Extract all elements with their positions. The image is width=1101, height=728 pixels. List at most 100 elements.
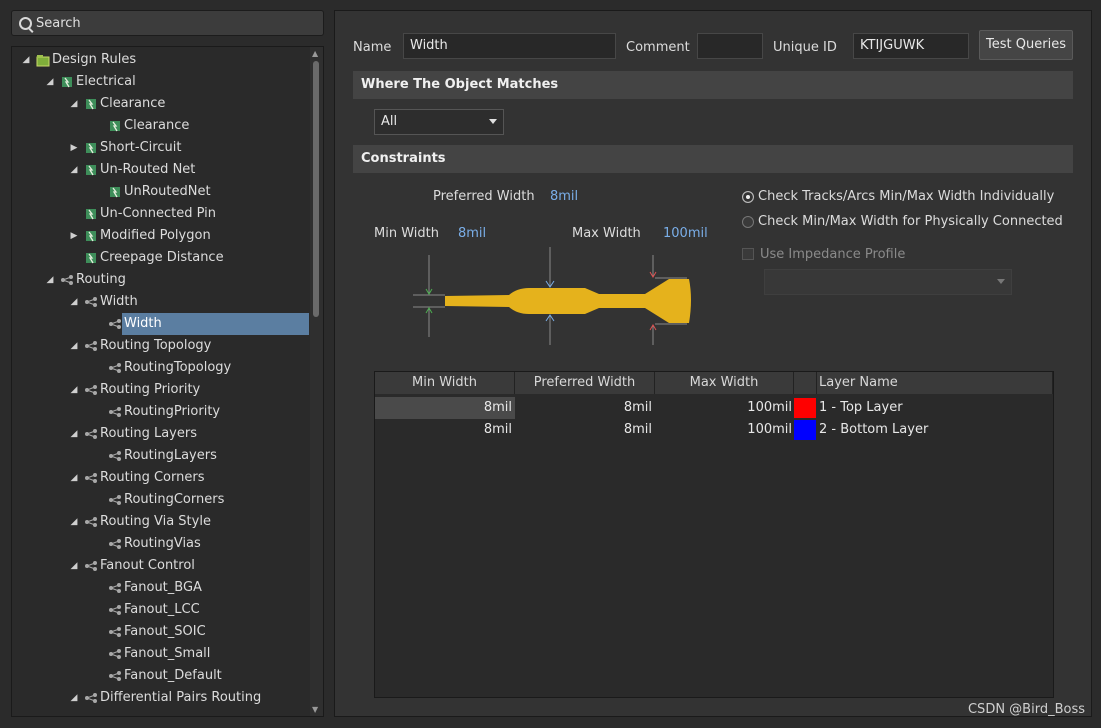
tree-item[interactable]: ◢ Routing Via Style	[12, 511, 309, 533]
tree-item[interactable]: RoutingTopology	[12, 357, 309, 379]
radio-check-connected[interactable]	[742, 216, 754, 228]
routing-rule-icon	[84, 691, 98, 705]
search-box[interactable]	[11, 10, 324, 36]
use-impedance-label: Use Impedance Profile	[760, 247, 906, 262]
electrical-rule-icon	[84, 229, 98, 243]
comment-field[interactable]	[697, 33, 763, 59]
tree-item-label: Routing Layers	[100, 426, 197, 441]
tree-item[interactable]: ▶ Short-Circuit	[12, 137, 309, 159]
scrollbar-thumb[interactable]	[313, 61, 319, 317]
routing-rule-icon	[84, 383, 98, 397]
tree-item[interactable]: ◢ Routing Corners	[12, 467, 309, 489]
test-queries-button[interactable]: Test Queries	[979, 30, 1073, 60]
name-field[interactable]: Width	[403, 33, 616, 59]
row1-layer[interactable]: 1 - Top Layer	[819, 397, 1049, 419]
tree-item[interactable]: ◢ Routing Priority	[12, 379, 309, 401]
tree-item[interactable]: ◢ Fanout Control	[12, 555, 309, 577]
comment-label: Comment	[626, 40, 690, 55]
collapse-arrow-icon[interactable]: ◢	[68, 379, 80, 401]
expand-arrow-icon[interactable]: ▶	[68, 225, 80, 247]
tree-item[interactable]: ◢ Routing Topology	[12, 335, 309, 357]
tree-item[interactable]: RoutingCorners	[12, 489, 309, 511]
tree-item[interactable]: RoutingPriority	[12, 401, 309, 423]
impedance-profile-select[interactable]	[764, 269, 1012, 295]
tree-item-label: Fanout_Small	[124, 646, 211, 661]
collapse-arrow-icon[interactable]: ◢	[68, 335, 80, 357]
tree-scrollbar[interactable]: ▲ ▼	[310, 47, 323, 716]
collapse-arrow-icon[interactable]: ◢	[44, 71, 56, 93]
tree-item[interactable]: Fanout_Small	[12, 643, 309, 665]
tree-item-label: Routing	[76, 272, 126, 287]
tree-item[interactable]: Creepage Distance	[12, 247, 309, 269]
radio-check-individually[interactable]	[742, 191, 754, 203]
tree-item[interactable]: Un-Connected Pin	[12, 203, 309, 225]
collapse-arrow-icon[interactable]: ◢	[68, 423, 80, 445]
tree-item[interactable]: Fanout_Default	[12, 665, 309, 687]
row1-pref[interactable]: 8mil	[515, 397, 655, 419]
use-impedance-checkbox[interactable]	[742, 248, 754, 260]
routing-rule-icon	[108, 647, 122, 661]
scroll-up-arrow-icon[interactable]: ▲	[312, 49, 318, 58]
max-width-value[interactable]: 100mil	[663, 226, 708, 241]
tree-item[interactable]: RoutingLayers	[12, 445, 309, 467]
where-match-select[interactable]: All	[374, 109, 504, 135]
row1-min[interactable]: 8mil	[375, 397, 515, 419]
col-layer-color[interactable]	[794, 372, 817, 394]
routing-rule-icon	[84, 515, 98, 529]
tree-item-label: Width	[122, 313, 309, 335]
radio-check-connected-label[interactable]: Check Min/Max Width for Physically Conne…	[758, 214, 1063, 229]
col-max-width[interactable]: Max Width	[655, 372, 794, 394]
row2-pref[interactable]: 8mil	[515, 419, 655, 441]
min-width-label: Min Width	[374, 226, 439, 241]
tree-item[interactable]: ◢ Clearance	[12, 93, 309, 115]
tree-item[interactable]: Clearance	[12, 115, 309, 137]
collapse-arrow-icon[interactable]: ◢	[20, 49, 32, 71]
tree-item[interactable]: Width	[12, 313, 309, 335]
collapse-arrow-icon[interactable]: ◢	[68, 159, 80, 181]
col-layer-name[interactable]: Layer Name	[817, 372, 1053, 394]
tree-item[interactable]: Fanout_BGA	[12, 577, 309, 599]
tree-item[interactable]: UnRoutedNet	[12, 181, 309, 203]
preferred-width-value[interactable]: 8mil	[550, 189, 578, 204]
tree-item[interactable]: ◢ Design Rules	[12, 49, 309, 71]
unique-id-field[interactable]: KTIJGUWK	[853, 33, 969, 59]
collapse-arrow-icon[interactable]: ◢	[68, 467, 80, 489]
rules-folder-icon	[36, 53, 50, 67]
collapse-arrow-icon[interactable]: ◢	[68, 555, 80, 577]
collapse-arrow-icon[interactable]: ◢	[68, 511, 80, 533]
tree-item[interactable]: RoutingVias	[12, 533, 309, 555]
collapse-arrow-icon[interactable]: ◢	[44, 269, 56, 291]
row2-max[interactable]: 100mil	[655, 419, 794, 441]
tree-item[interactable]: ◢ Un-Routed Net	[12, 159, 309, 181]
tree-item[interactable]: ◢ Electrical	[12, 71, 309, 93]
collapse-arrow-icon[interactable]: ◢	[68, 291, 80, 313]
tree-item-label: Differential Pairs Routing	[100, 690, 262, 705]
tree-item[interactable]: ▶ Modified Polygon	[12, 225, 309, 247]
rules-tree[interactable]: ◢ Design Rules ◢ Electrical ◢ Clearance Cleara…	[11, 46, 324, 717]
col-preferred-width[interactable]: Preferred Width	[515, 372, 655, 394]
routing-rule-icon	[108, 449, 122, 463]
row1-max[interactable]: 100mil	[655, 397, 794, 419]
search-input[interactable]	[36, 14, 316, 32]
scroll-down-arrow-icon[interactable]: ▼	[312, 705, 318, 714]
tree-item[interactable]: Fanout_SOIC	[12, 621, 309, 643]
expand-arrow-icon[interactable]: ▶	[68, 137, 80, 159]
tree-item[interactable]: Fanout_LCC	[12, 599, 309, 621]
collapse-arrow-icon[interactable]: ◢	[68, 687, 80, 709]
tree-item[interactable]: ◢ Routing Layers	[12, 423, 309, 445]
tree-item[interactable]: ◢ Width	[12, 291, 309, 313]
row2-min[interactable]: 8mil	[375, 419, 515, 441]
routing-rule-icon	[84, 471, 98, 485]
tree-item-label: Routing Corners	[100, 470, 205, 485]
tree-item[interactable]: ◢ Differential Pairs Routing	[12, 687, 309, 709]
collapse-arrow-icon[interactable]: ◢	[68, 93, 80, 115]
min-width-value[interactable]: 8mil	[458, 226, 486, 241]
routing-rule-icon	[108, 537, 122, 551]
row2-layer-color-swatch	[794, 420, 816, 440]
routing-rule-icon	[84, 427, 98, 441]
row2-layer[interactable]: 2 - Bottom Layer	[819, 419, 1049, 441]
tree-item[interactable]: ◢ Routing	[12, 269, 309, 291]
radio-check-individually-label[interactable]: Check Tracks/Arcs Min/Max Width Individu…	[758, 189, 1054, 204]
tree-item-label: Short-Circuit	[100, 140, 182, 155]
col-min-width[interactable]: Min Width	[375, 372, 515, 394]
